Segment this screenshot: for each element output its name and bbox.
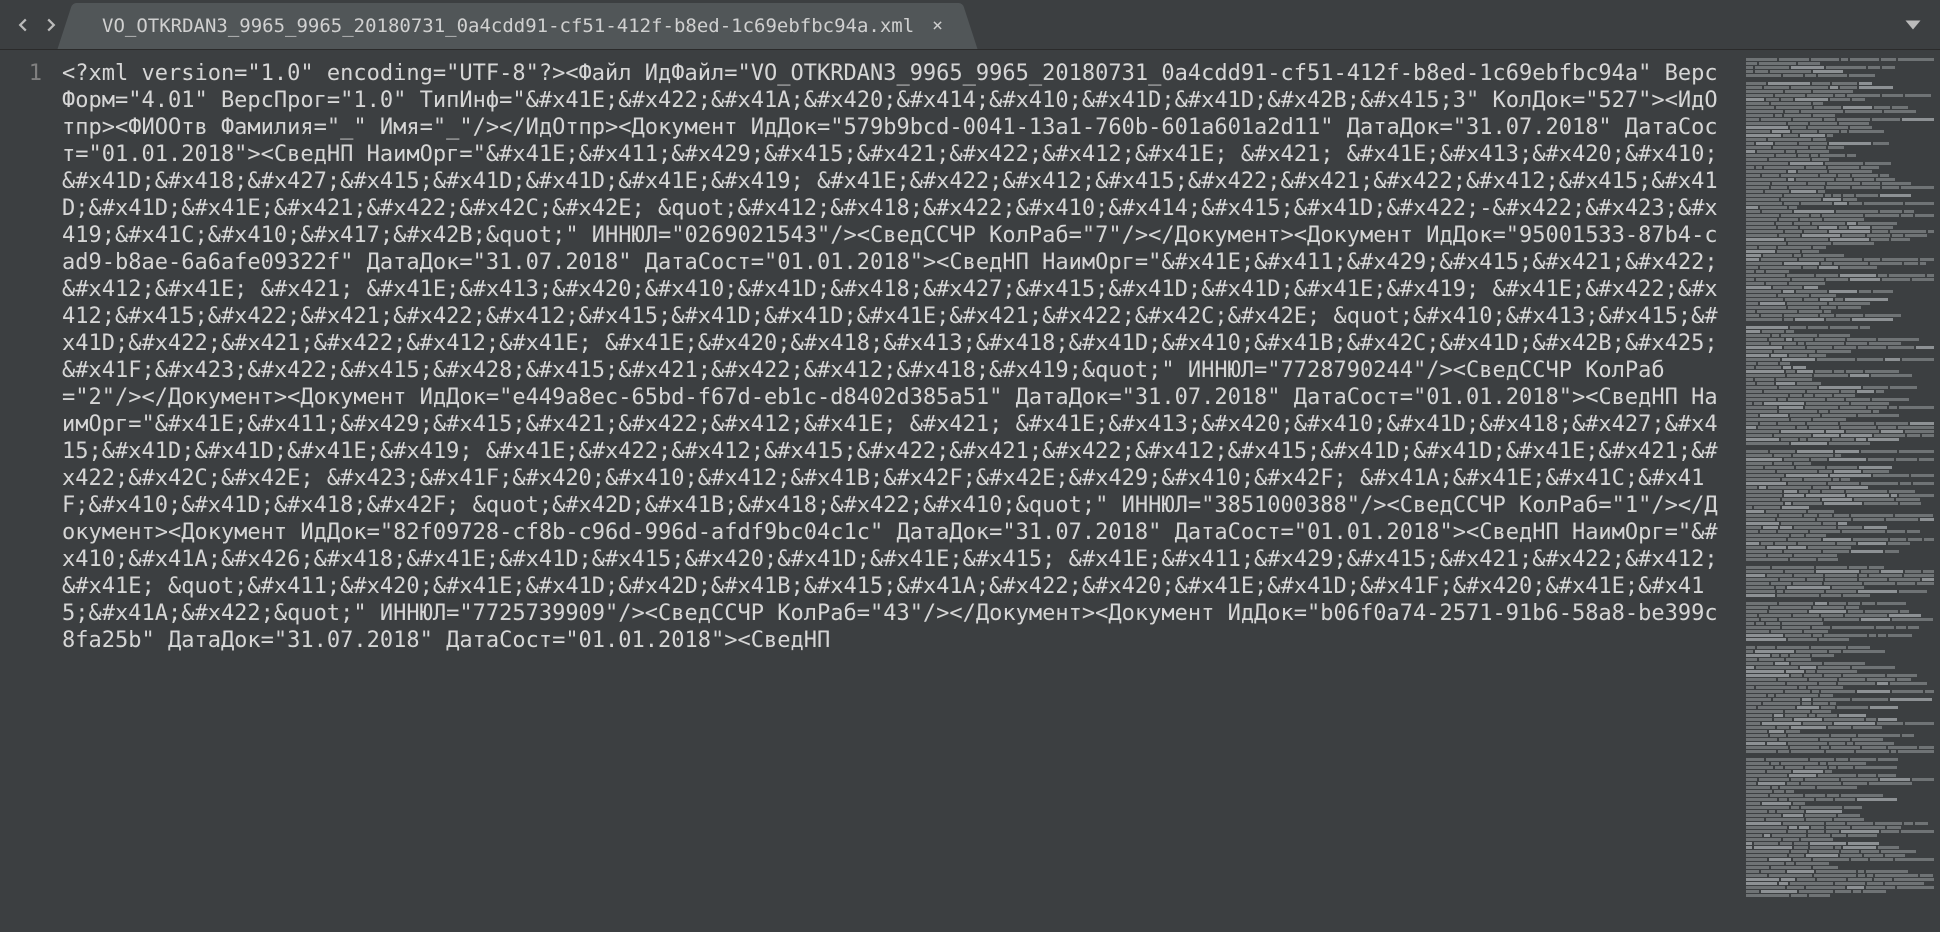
- prev-tab-button[interactable]: [12, 14, 34, 36]
- line-number: 1: [0, 60, 42, 87]
- tab-list-dropdown[interactable]: [1886, 0, 1940, 49]
- line-gutter: 1: [0, 50, 58, 932]
- editor: 1 <?xml version="1.0" encoding="UTF-8"?>…: [0, 50, 1940, 932]
- close-icon[interactable]: ×: [932, 17, 943, 35]
- next-tab-button[interactable]: [40, 14, 62, 36]
- minimap[interactable]: [1740, 50, 1940, 932]
- code-area[interactable]: <?xml version="1.0" encoding="UTF-8"?><Ф…: [58, 50, 1740, 932]
- code-text: <?xml version="1.0" encoding="UTF-8"?><Ф…: [62, 60, 1728, 654]
- tab-bar: VO_OTKRDAN3_9965_9965_20180731_0a4cdd91-…: [0, 0, 1940, 50]
- editor-tab[interactable]: VO_OTKRDAN3_9965_9965_20180731_0a4cdd91-…: [74, 3, 961, 49]
- tab-bar-spacer: [961, 0, 1886, 49]
- tab-filename: VO_OTKRDAN3_9965_9965_20180731_0a4cdd91-…: [102, 15, 914, 37]
